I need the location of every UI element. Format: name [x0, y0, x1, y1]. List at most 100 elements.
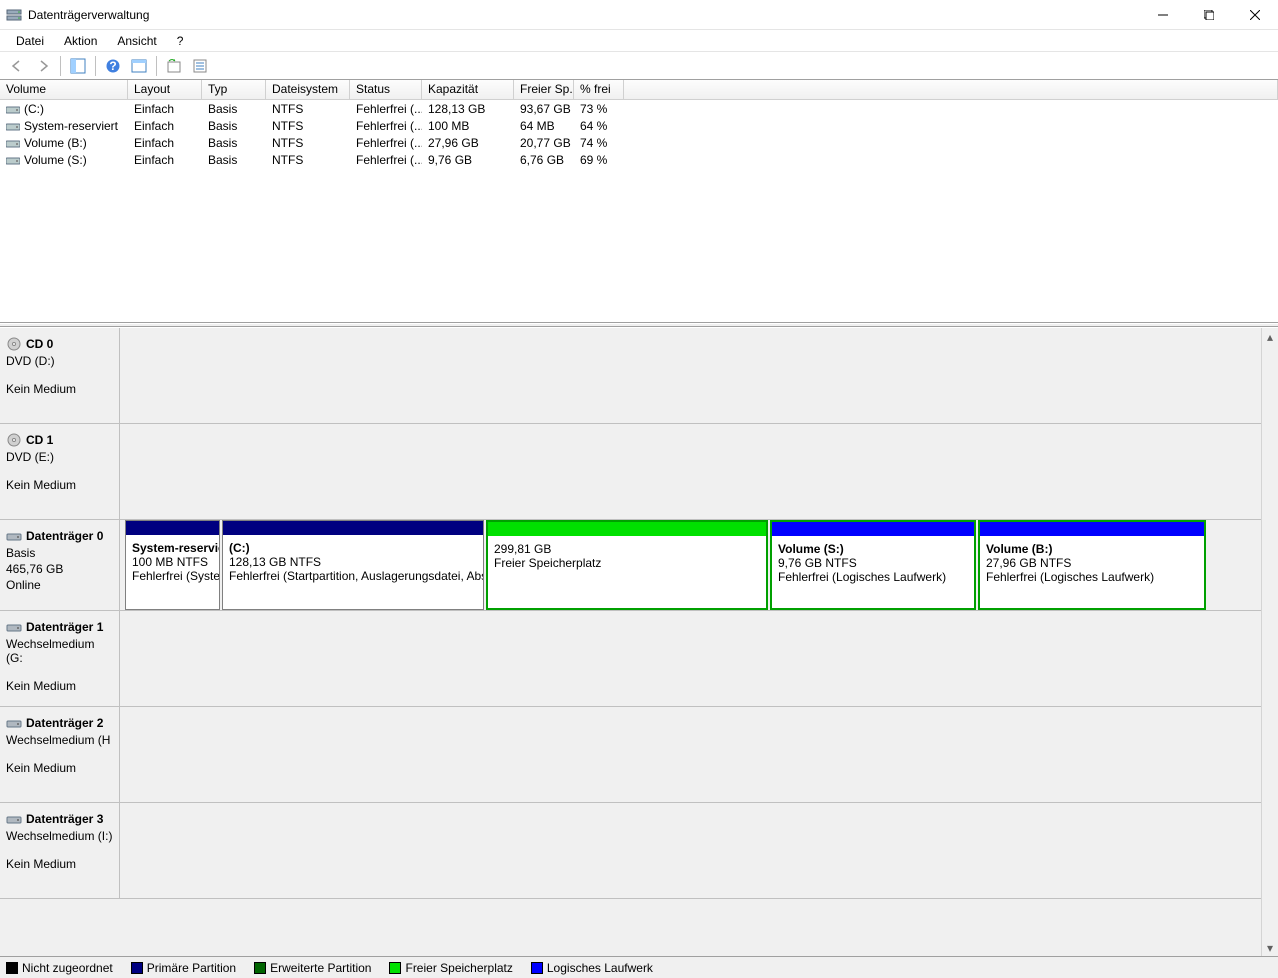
legend-extended: Erweiterte Partition: [270, 961, 371, 975]
swatch-freespace: [389, 962, 401, 974]
scroll-up-icon[interactable]: ▴: [1262, 328, 1278, 345]
swatch-logical: [531, 962, 543, 974]
partition-label: Volume (S:)9,76 GB NTFSFehlerfrei (Logis…: [772, 536, 974, 608]
scroll-down-icon[interactable]: ▾: [1262, 939, 1278, 956]
cell-layout: Einfach: [128, 153, 202, 167]
disk-info: Datenträger 0Basis465,76 GBOnline: [0, 520, 120, 610]
disk-info: Datenträger 1Wechselmedium (G:Kein Mediu…: [0, 611, 120, 706]
partition[interactable]: Volume (S:)9,76 GB NTFSFehlerfrei (Logis…: [770, 520, 976, 610]
disk-row[interactable]: Datenträger 0Basis465,76 GBOnlineSystem-…: [0, 520, 1278, 611]
back-button[interactable]: [5, 54, 29, 78]
column-header-fs[interactable]: Dateisystem: [266, 80, 350, 100]
disk-row[interactable]: Datenträger 1Wechselmedium (G:Kein Mediu…: [0, 611, 1278, 707]
disk-body: [120, 328, 1278, 423]
disk-body: [120, 803, 1278, 898]
app-icon: [6, 7, 22, 23]
column-header-status[interactable]: Status: [350, 80, 422, 100]
maximize-button[interactable]: [1186, 0, 1232, 30]
cell-type: Basis: [202, 119, 266, 133]
partition[interactable]: Volume (B:)27,96 GB NTFSFehlerfrei (Logi…: [978, 520, 1206, 610]
volume-row[interactable]: Volume (S:)EinfachBasisNTFSFehlerfrei (.…: [0, 151, 1278, 168]
svg-text:?: ?: [109, 59, 116, 73]
partition-color-bar: [126, 521, 219, 535]
partition[interactable]: (C:)128,13 GB NTFSFehlerfrei (Startparti…: [222, 520, 484, 610]
swatch-unallocated: [6, 962, 18, 974]
cell-layout: Einfach: [128, 136, 202, 150]
disk-info: Datenträger 2Wechselmedium (HKein Medium: [0, 707, 120, 802]
cell-pctfree: 69 %: [574, 153, 624, 167]
cell-status: Fehlerfrei (...: [350, 136, 422, 150]
disk-body: [120, 707, 1278, 802]
disk-row[interactable]: CD 0DVD (D:)Kein Medium: [0, 328, 1278, 424]
cell-layout: Einfach: [128, 102, 202, 116]
partition-color-bar: [772, 522, 974, 536]
cell-capacity: 27,96 GB: [422, 136, 514, 150]
vertical-scrollbar[interactable]: ▴ ▾: [1261, 328, 1278, 956]
cell-free: 20,77 GB: [514, 136, 574, 150]
cell-status: Fehlerfrei (...: [350, 119, 422, 133]
disk-graphical-pane[interactable]: CD 0DVD (D:)Kein MediumCD 1DVD (E:)Kein …: [0, 327, 1278, 956]
cell-type: Basis: [202, 136, 266, 150]
column-header-layout[interactable]: Layout: [128, 80, 202, 100]
volume-list[interactable]: VolumeLayoutTypDateisystemStatusKapazitä…: [0, 80, 1278, 323]
disk-body: [120, 611, 1278, 706]
legend-logical: Logisches Laufwerk: [547, 961, 653, 975]
swatch-primary: [131, 962, 143, 974]
titlebar: Datenträgerverwaltung: [0, 0, 1278, 30]
cell-type: Basis: [202, 153, 266, 167]
menu-view[interactable]: Ansicht: [107, 32, 166, 50]
list-button[interactable]: [188, 54, 212, 78]
column-header-free[interactable]: Freier Sp...: [514, 80, 574, 100]
window-title: Datenträgerverwaltung: [28, 8, 1140, 22]
minimize-button[interactable]: [1140, 0, 1186, 30]
partition-color-bar: [223, 521, 483, 535]
volume-list-header: VolumeLayoutTypDateisystemStatusKapazitä…: [0, 80, 1278, 100]
disk-row[interactable]: Datenträger 3Wechselmedium (I:)Kein Medi…: [0, 803, 1278, 899]
column-header-volume[interactable]: Volume: [0, 80, 128, 100]
volume-row[interactable]: Volume (B:)EinfachBasisNTFSFehlerfrei (.…: [0, 134, 1278, 151]
disk-info: CD 1DVD (E:)Kein Medium: [0, 424, 120, 519]
refresh-button[interactable]: [162, 54, 186, 78]
volume-row[interactable]: (C:)EinfachBasisNTFSFehlerfrei (...128,1…: [0, 100, 1278, 117]
column-header-capacity[interactable]: Kapazität: [422, 80, 514, 100]
cell-capacity: 9,76 GB: [422, 153, 514, 167]
menu-action[interactable]: Aktion: [54, 32, 107, 50]
cell-layout: Einfach: [128, 119, 202, 133]
partition[interactable]: System-reservie100 MB NTFSFehlerfrei (Sy…: [125, 520, 220, 610]
partition-label: System-reservie100 MB NTFSFehlerfrei (Sy…: [126, 535, 219, 609]
cell-capacity: 100 MB: [422, 119, 514, 133]
close-button[interactable]: [1232, 0, 1278, 30]
partition[interactable]: 299,81 GBFreier Speicherplatz: [486, 520, 768, 610]
column-header-type[interactable]: Typ: [202, 80, 266, 100]
volume-row[interactable]: System-reserviertEinfachBasisNTFSFehlerf…: [0, 117, 1278, 134]
show-hide-console-tree-button[interactable]: [66, 54, 90, 78]
menubar: Datei Aktion Ansicht ?: [0, 30, 1278, 52]
cell-status: Fehlerfrei (...: [350, 153, 422, 167]
cell-free: 6,76 GB: [514, 153, 574, 167]
legend-freespace: Freier Speicherplatz: [405, 961, 512, 975]
legend-bar: Nicht zugeordnet Primäre Partition Erwei…: [0, 956, 1278, 978]
disk-info: CD 0DVD (D:)Kein Medium: [0, 328, 120, 423]
cell-pctfree: 73 %: [574, 102, 624, 116]
cell-volume: (C:): [0, 102, 128, 116]
menu-file[interactable]: Datei: [6, 32, 54, 50]
partition-color-bar: [488, 522, 766, 536]
menu-help[interactable]: ?: [167, 32, 194, 50]
cell-status: Fehlerfrei (...: [350, 102, 422, 116]
cell-volume: Volume (B:): [0, 136, 128, 150]
column-header-pctfree[interactable]: % frei: [574, 80, 624, 100]
disk-row[interactable]: Datenträger 2Wechselmedium (HKein Medium: [0, 707, 1278, 803]
cell-volume: Volume (S:): [0, 153, 128, 167]
cell-fs: NTFS: [266, 136, 350, 150]
forward-button[interactable]: [31, 54, 55, 78]
topic-button[interactable]: [127, 54, 151, 78]
cell-fs: NTFS: [266, 119, 350, 133]
legend-unallocated: Nicht zugeordnet: [22, 961, 113, 975]
help-button[interactable]: ?: [101, 54, 125, 78]
partition-label: (C:)128,13 GB NTFSFehlerfrei (Startparti…: [223, 535, 483, 609]
cell-pctfree: 74 %: [574, 136, 624, 150]
cell-fs: NTFS: [266, 153, 350, 167]
partition-label: Volume (B:)27,96 GB NTFSFehlerfrei (Logi…: [980, 536, 1204, 608]
disk-row[interactable]: CD 1DVD (E:)Kein Medium: [0, 424, 1278, 520]
cell-volume: System-reserviert: [0, 119, 128, 133]
